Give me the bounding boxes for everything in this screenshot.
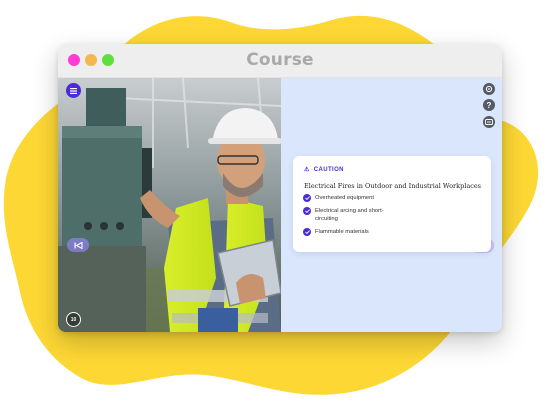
rewind-10-button[interactable]: 10 [66, 312, 81, 327]
title-bar: Course [58, 44, 502, 78]
gear-icon [485, 85, 493, 93]
list-item: Overheated equipment [303, 194, 413, 202]
list-item-text: Overheated equipment [315, 195, 374, 201]
check-icon [303, 207, 311, 215]
worker-photo [58, 78, 281, 332]
previous-button[interactable] [67, 238, 89, 252]
list-item-text: Electrical arcing and short-circuiting [315, 208, 384, 222]
worker-image [58, 78, 281, 332]
settings-button[interactable] [483, 83, 495, 95]
help-icon: ? [486, 100, 492, 110]
list-item-text: Flammable materials [315, 229, 369, 235]
check-icon [303, 228, 311, 236]
caution-card: ⚠ CAUTION Electrical Fires in Outdoor an… [293, 156, 491, 252]
card-title: Electrical Fires in Outdoor and Industri… [304, 182, 482, 190]
previous-icon [74, 241, 82, 249]
list-item: Electrical arcing and short-circuiting [303, 207, 413, 223]
rewind-10-icon: 10 [70, 316, 77, 323]
warning-icon: ⚠ [304, 167, 310, 173]
captions-button[interactable] [483, 116, 495, 128]
help-button[interactable]: ? [483, 99, 495, 111]
list-item: Flammable materials [303, 228, 413, 236]
check-icon [303, 194, 311, 202]
caution-label: ⚠ CAUTION [304, 166, 344, 174]
closed-captions-icon [485, 119, 493, 125]
menu-icon [70, 87, 77, 94]
window-title: Course [246, 50, 314, 70]
menu-button[interactable] [66, 83, 81, 98]
caution-text: CAUTION [313, 166, 344, 173]
